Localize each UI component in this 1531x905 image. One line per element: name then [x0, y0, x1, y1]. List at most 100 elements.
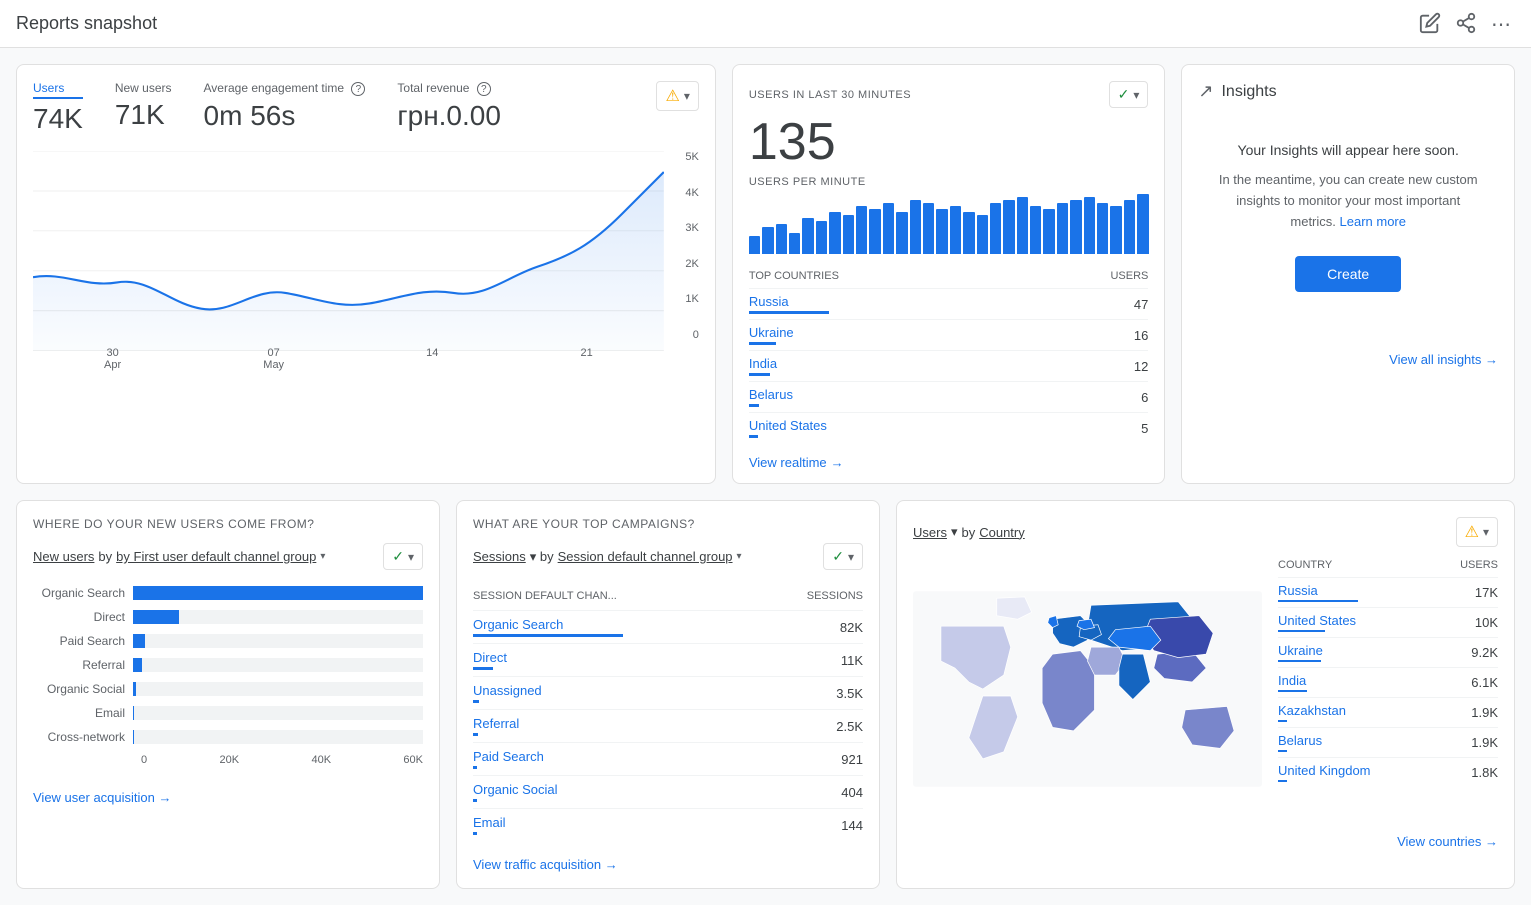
session-channel-name[interactable]: Organic Social: [473, 782, 558, 797]
realtime-bar: [843, 215, 854, 254]
session-channel-name[interactable]: Referral: [473, 716, 519, 731]
geo-country-name[interactable]: Ukraine: [1278, 643, 1323, 658]
country-name[interactable]: Ukraine: [749, 325, 794, 340]
acq-channel-label: Direct: [33, 610, 133, 624]
country-name[interactable]: United States: [749, 418, 827, 433]
realtime-bar: [910, 200, 921, 254]
warning-icon: ⚠: [665, 86, 679, 106]
campaigns-filter-label: Sessions ▾ by Session default channel gr…: [473, 549, 742, 565]
realtime-bar: [977, 215, 988, 254]
insights-title: Insights: [1221, 83, 1276, 101]
new-users-filter[interactable]: New users: [33, 549, 94, 564]
view-traffic-acquisition-link[interactable]: View traffic acquisition →: [473, 857, 863, 872]
session-channel-name[interactable]: Organic Search: [473, 617, 623, 632]
check-icon: ✓: [1118, 86, 1130, 103]
realtime-section-label: USERS IN LAST 30 MINUTES: [749, 89, 911, 101]
geo-country-name[interactable]: Belarus: [1278, 733, 1322, 748]
geo-card: Users ▾ by Country ⚠ ▾: [896, 500, 1515, 889]
geo-value: 1.9K: [1471, 705, 1498, 720]
engagement-metric: Average engagement time ? 0m 56s: [204, 81, 366, 132]
geo-country-name[interactable]: Russia: [1278, 583, 1358, 598]
geo-action-btn[interactable]: ⚠ ▾: [1456, 517, 1498, 547]
more-icon[interactable]: ⋯: [1491, 12, 1515, 36]
view-realtime-link[interactable]: View realtime →: [749, 455, 1149, 470]
session-bar: [473, 700, 479, 703]
session-row: Paid Search 921: [473, 742, 863, 775]
channel-group-filter[interactable]: by First user default channel group: [116, 549, 316, 564]
geo-country-name[interactable]: United Kingdom: [1278, 763, 1371, 778]
geo-rows: Russia 17K United States 10K Ukraine 9.2…: [1278, 577, 1498, 787]
session-channel-name[interactable]: Unassigned: [473, 683, 542, 698]
country-name[interactable]: Belarus: [749, 387, 793, 402]
bottom-row: WHERE DO YOUR NEW USERS COME FROM? New u…: [16, 500, 1515, 889]
users-action-btn[interactable]: ⚠ ▾: [656, 81, 698, 111]
realtime-bar: [1057, 203, 1068, 254]
session-channel-filter[interactable]: Session default channel group: [558, 549, 733, 564]
revenue-value: грн.0.00: [397, 100, 501, 132]
engagement-help-icon[interactable]: ?: [351, 82, 365, 96]
geo-dropdown-icon[interactable]: ▾: [951, 524, 958, 540]
view-countries-link[interactable]: View countries →: [913, 834, 1498, 849]
realtime-bar: [802, 218, 813, 254]
country-name[interactable]: Russia: [749, 294, 789, 309]
acq-channel-label: Organic Search: [33, 586, 133, 600]
campaigns-action-btn[interactable]: ✓ ▾: [823, 543, 863, 570]
geo-country-name[interactable]: India: [1278, 673, 1307, 688]
acq-channel-label: Email: [33, 706, 133, 720]
acq-bar-track: [133, 682, 423, 696]
session-channel-name[interactable]: Paid Search: [473, 749, 544, 764]
geo-row: Russia 17K: [1278, 577, 1498, 607]
country-value: 16: [1134, 328, 1148, 343]
revenue-label: Total revenue ?: [397, 81, 501, 96]
geo-users-filter[interactable]: Users: [913, 525, 947, 540]
acq-bar-track: [133, 706, 423, 720]
acq-check-icon: ✓: [392, 548, 404, 565]
line-chart: 5K 4K 3K 2K 1K 0: [33, 151, 699, 371]
country-bar: [749, 404, 759, 407]
acq-axis: 0 20K 40K 60K: [33, 754, 423, 766]
geo-country-name[interactable]: United States: [1278, 613, 1356, 628]
main-content: Users 74K New users 71K Average engageme…: [0, 48, 1531, 905]
session-channel-name[interactable]: Email: [473, 815, 506, 830]
engagement-label: Average engagement time ?: [204, 81, 366, 96]
session-value: 82K: [840, 620, 863, 635]
acq-bar-track: [133, 658, 423, 672]
filter-dropdown-icon[interactable]: ▾: [320, 551, 325, 562]
acquisition-bar-row: Organic Search: [33, 586, 423, 600]
campaigns-section-title: WHAT ARE YOUR TOP CAMPAIGNS?: [473, 517, 863, 531]
realtime-action-btn[interactable]: ✓ ▾: [1109, 81, 1149, 108]
campaigns-filter-row: Sessions ▾ by Session default channel gr…: [473, 543, 863, 570]
sessions-filter[interactable]: Sessions: [473, 549, 526, 564]
realtime-bar: [936, 209, 947, 254]
campaigns-dropdown-icon[interactable]: ▾: [737, 551, 742, 562]
geo-country-name[interactable]: Kazakhstan: [1278, 703, 1346, 718]
per-minute-label: USERS PER MINUTE: [749, 176, 1149, 188]
revenue-help-icon[interactable]: ?: [477, 82, 491, 96]
world-map-svg: [913, 559, 1262, 819]
view-all-insights-link[interactable]: View all insights →: [1198, 352, 1498, 367]
create-button[interactable]: Create: [1295, 256, 1401, 292]
edit-icon[interactable]: [1419, 12, 1443, 36]
countries-table: TOP COUNTRIES USERS Russia 47 Ukraine 16…: [749, 270, 1149, 443]
view-user-acquisition-link[interactable]: View user acquisition →: [33, 790, 423, 805]
geo-table: COUNTRY USERS Russia 17K United States 1…: [1278, 559, 1498, 822]
new-users-metric: New users 71K: [115, 81, 172, 131]
country-value: 12: [1134, 359, 1148, 374]
session-bar: [473, 799, 477, 802]
geo-country-filter[interactable]: Country: [979, 525, 1025, 540]
session-channel-name[interactable]: Direct: [473, 650, 507, 665]
share-icon[interactable]: [1455, 12, 1479, 36]
realtime-bar: [869, 209, 880, 254]
users-label[interactable]: Users: [33, 81, 83, 99]
acquisition-action-btn[interactable]: ✓ ▾: [383, 543, 423, 570]
learn-more-link[interactable]: Learn more: [1340, 214, 1406, 229]
session-value: 144: [841, 818, 863, 833]
geo-header: Users ▾ by Country ⚠ ▾: [913, 517, 1498, 547]
session-bar: [473, 766, 477, 769]
geo-value: 10K: [1475, 615, 1498, 630]
acq-bar-fill: [133, 730, 134, 744]
geo-users-col: USERS: [1460, 559, 1498, 571]
acq-channel-label: Paid Search: [33, 634, 133, 648]
country-name[interactable]: India: [749, 356, 777, 371]
acquisition-filter-label: New users by by First user default chann…: [33, 549, 325, 564]
